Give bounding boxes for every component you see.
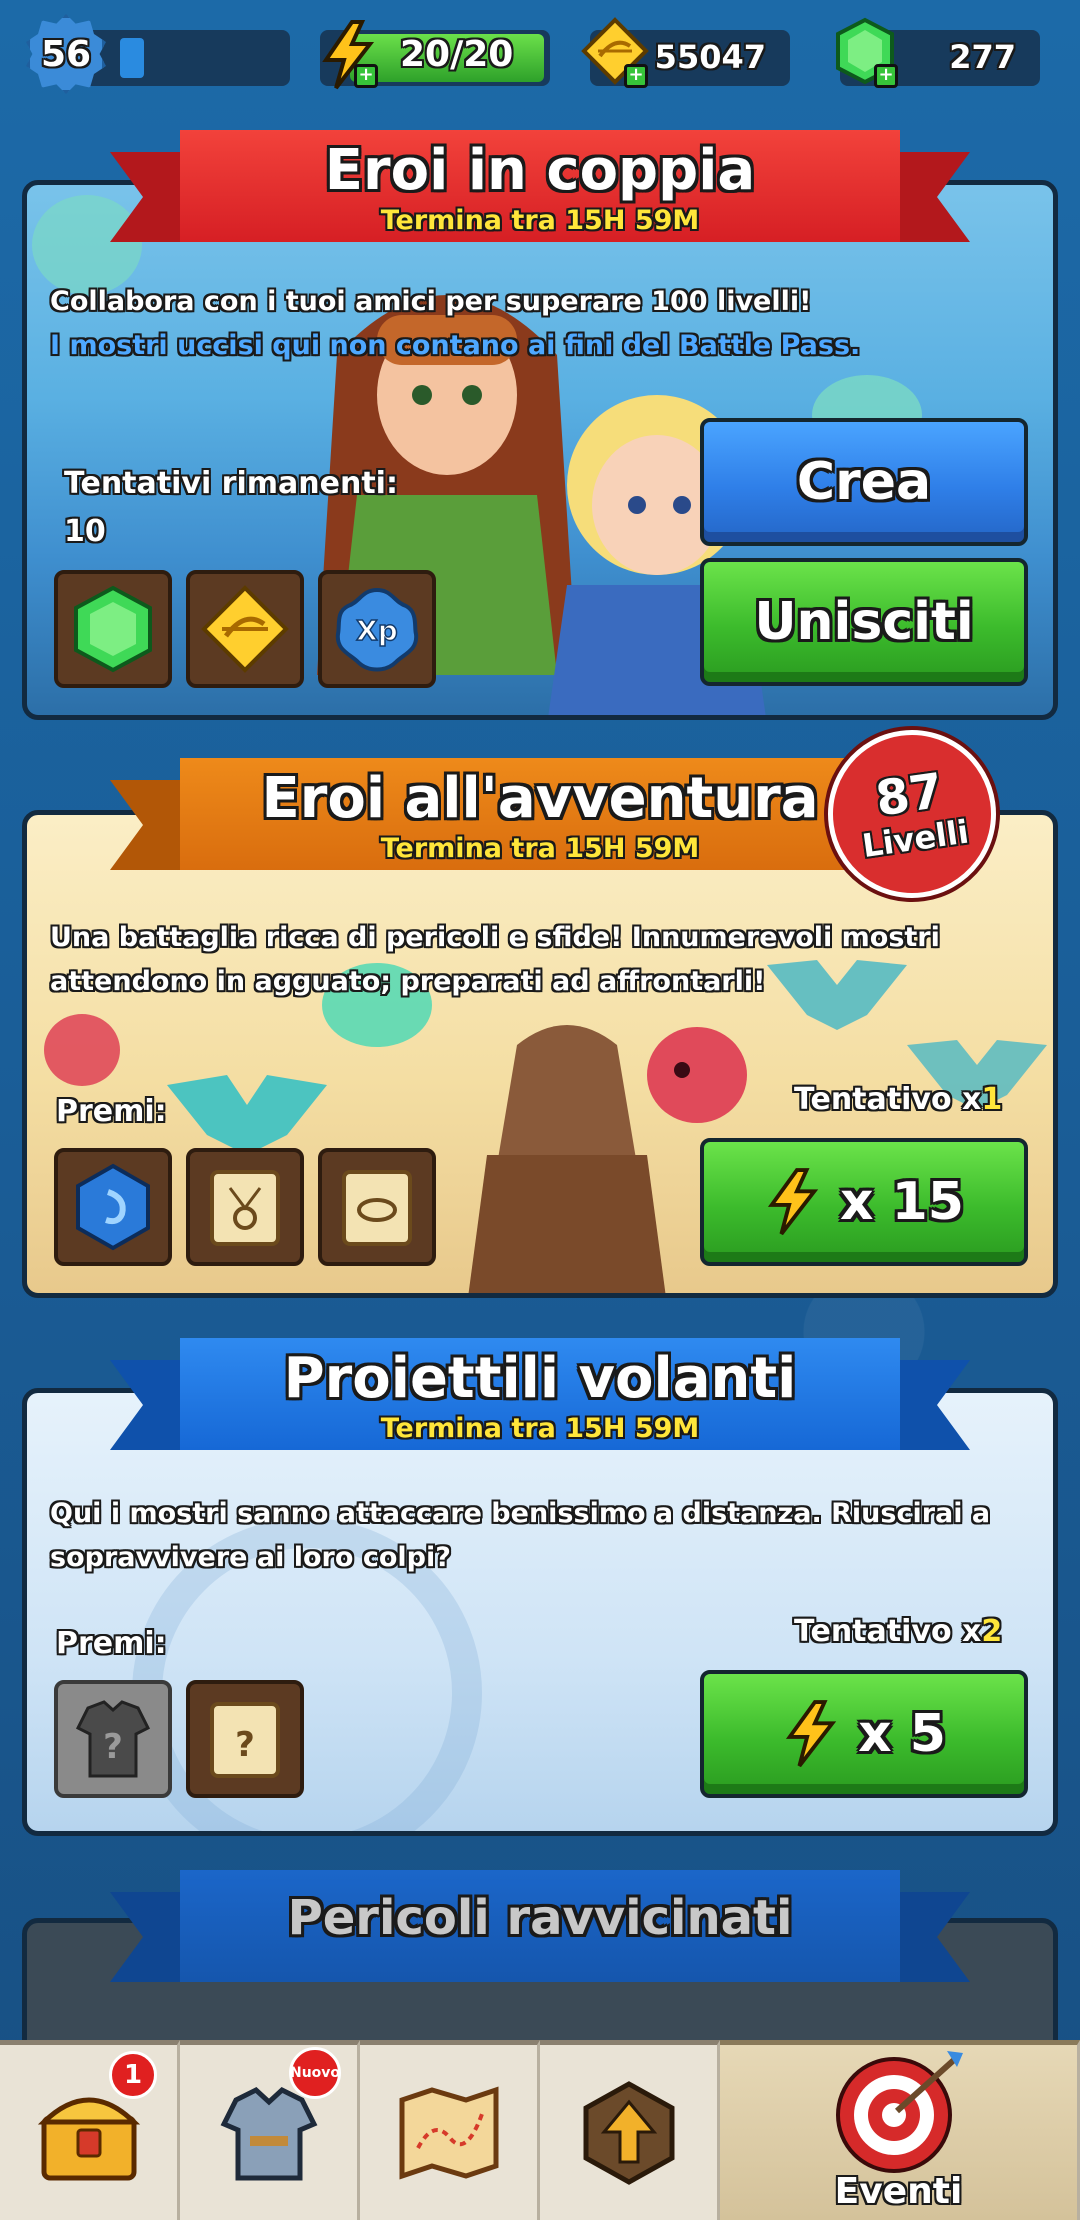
energy-value: 20/20 (400, 34, 514, 75)
event-ribbon-pericoli-ravvicinati: Pericoli ravvicinati (110, 1870, 970, 1982)
attempt-prefix: Tentativo x (794, 1614, 982, 1649)
xp-icon: Xp (335, 587, 419, 672)
event-title: Proiettili volanti (283, 1346, 797, 1411)
description-line: Una battaglia ricca di pericoli e sfide!… (50, 922, 940, 953)
reward-slot[interactable] (318, 1148, 436, 1266)
add-gems-button[interactable]: + (874, 64, 898, 88)
event-title: Eroi all'avventura (261, 766, 819, 831)
energy-cost: x 5 (858, 1704, 946, 1764)
reward-slot[interactable] (54, 570, 172, 688)
gold-counter[interactable]: + 55047 (581, 17, 790, 88)
red-ghost-illustration (44, 1014, 120, 1086)
nav-tab-events[interactable]: Eventi (720, 2040, 1080, 2220)
notification-badge: 1 (109, 2051, 157, 2099)
bottom-nav: 1 Nuovo Eventi (0, 2040, 1080, 2220)
attempt-count: 2 (981, 1614, 1003, 1649)
lightning-icon (767, 1168, 819, 1236)
event-timer: Termina tra 15H 59M (380, 833, 700, 864)
gems-counter[interactable]: + 277 (836, 17, 1040, 88)
attempt-multiplier: Tentativo x2 (794, 1614, 1002, 1649)
energy-counter[interactable]: 20/20 + (320, 20, 550, 90)
event-timer: Termina tra 15H 59M (380, 1413, 700, 1444)
rewards-label: Premi: (56, 1626, 167, 1661)
energy-cost: x 15 (839, 1172, 964, 1232)
nav-tab-label: Eventi (834, 2171, 963, 2212)
attempt-multiplier: Tentativo x1 (794, 1082, 1002, 1117)
reward-slot[interactable] (186, 570, 304, 688)
nav-tab-equipment[interactable]: Nuovo (180, 2040, 360, 2220)
upgrade-arrow-icon (583, 2080, 674, 2185)
gems-value: 277 (949, 38, 1016, 76)
levels-label: Livelli (859, 812, 972, 866)
start-event-button[interactable]: x 15 (700, 1138, 1028, 1266)
attempt-prefix: Tentativo x (794, 1082, 982, 1117)
map-icon (399, 2086, 498, 2179)
rewards-label: Premi: (56, 1094, 167, 1129)
attempts-label: Tentativi rimanenti: (64, 466, 398, 501)
gold-value: 55047 (654, 38, 766, 76)
mystery-mark: ? (235, 1725, 255, 1765)
battle-pass-note: I mostri uccisi qui non contano ai fini … (50, 330, 861, 361)
mystery-mark: ? (103, 1727, 123, 1767)
add-gold-button[interactable]: + (624, 64, 648, 88)
reward-slot[interactable] (186, 1148, 304, 1266)
target-icon (835, 2050, 963, 2173)
attempts-value: 10 (64, 514, 106, 549)
reward-slot[interactable]: Xp (318, 570, 436, 688)
xp-text: Xp (356, 614, 398, 647)
create-button[interactable]: Crea (700, 418, 1028, 546)
attempt-count: 1 (981, 1082, 1003, 1117)
amulet-scroll-icon (210, 1170, 280, 1246)
description-line: Qui i mostri sanno attaccare benissimo a… (50, 1498, 991, 1529)
reward-slot[interactable] (54, 1148, 172, 1266)
red-ghost-illustration (647, 1027, 747, 1123)
xp-bar[interactable] (80, 30, 290, 86)
description-line: Collabora con i tuoi amici per superare … (50, 286, 812, 317)
description-line: attendono in agguato; preparati ad affro… (50, 966, 766, 997)
reward-slot[interactable]: ? (54, 1680, 172, 1798)
mystery-armor-icon: ? (75, 1700, 151, 1778)
bat-monster-illustration (167, 1075, 327, 1155)
description-line: sopravvivere ai loro colpi? (50, 1542, 451, 1573)
xp-fill (120, 38, 144, 78)
top-bar: 56 20/20 + + 55047 + 277 (20, 14, 1060, 94)
event-description: Collabora con i tuoi amici per superare … (50, 280, 1020, 368)
new-badge: Nuovo (289, 2047, 341, 2099)
event-description: Qui i mostri sanno attaccare benissimo a… (50, 1492, 1020, 1580)
join-button[interactable]: Unisciti (700, 558, 1028, 686)
add-energy-button[interactable]: + (354, 64, 378, 88)
arrow-token-icon (201, 585, 289, 673)
event-timer: Termina tra 15H 59M (380, 205, 700, 236)
nav-tab-shop[interactable]: 1 (0, 2040, 180, 2220)
event-ribbon-eroi-in-coppia: Eroi in coppia Termina tra 15H 59M (110, 130, 970, 242)
nav-tab-map[interactable] (360, 2040, 540, 2220)
event-title: Pericoli ravvicinati (287, 1890, 793, 1946)
sapphire-icon (76, 1163, 150, 1251)
start-event-button[interactable]: x 5 (700, 1670, 1028, 1798)
gem-icon (74, 585, 152, 673)
nav-tab-talents[interactable] (540, 2040, 720, 2220)
lightning-icon (786, 1700, 837, 1768)
reward-slot[interactable]: ? (186, 1680, 304, 1798)
ring-scroll-icon (342, 1170, 412, 1246)
mystery-scroll-icon: ? (210, 1702, 280, 1778)
event-description: Una battaglia ricca di pericoli e sfide!… (50, 916, 1020, 1004)
event-ribbon-proiettili-volanti: Proiettili volanti Termina tra 15H 59M (110, 1338, 970, 1450)
event-title: Eroi in coppia (324, 138, 756, 203)
